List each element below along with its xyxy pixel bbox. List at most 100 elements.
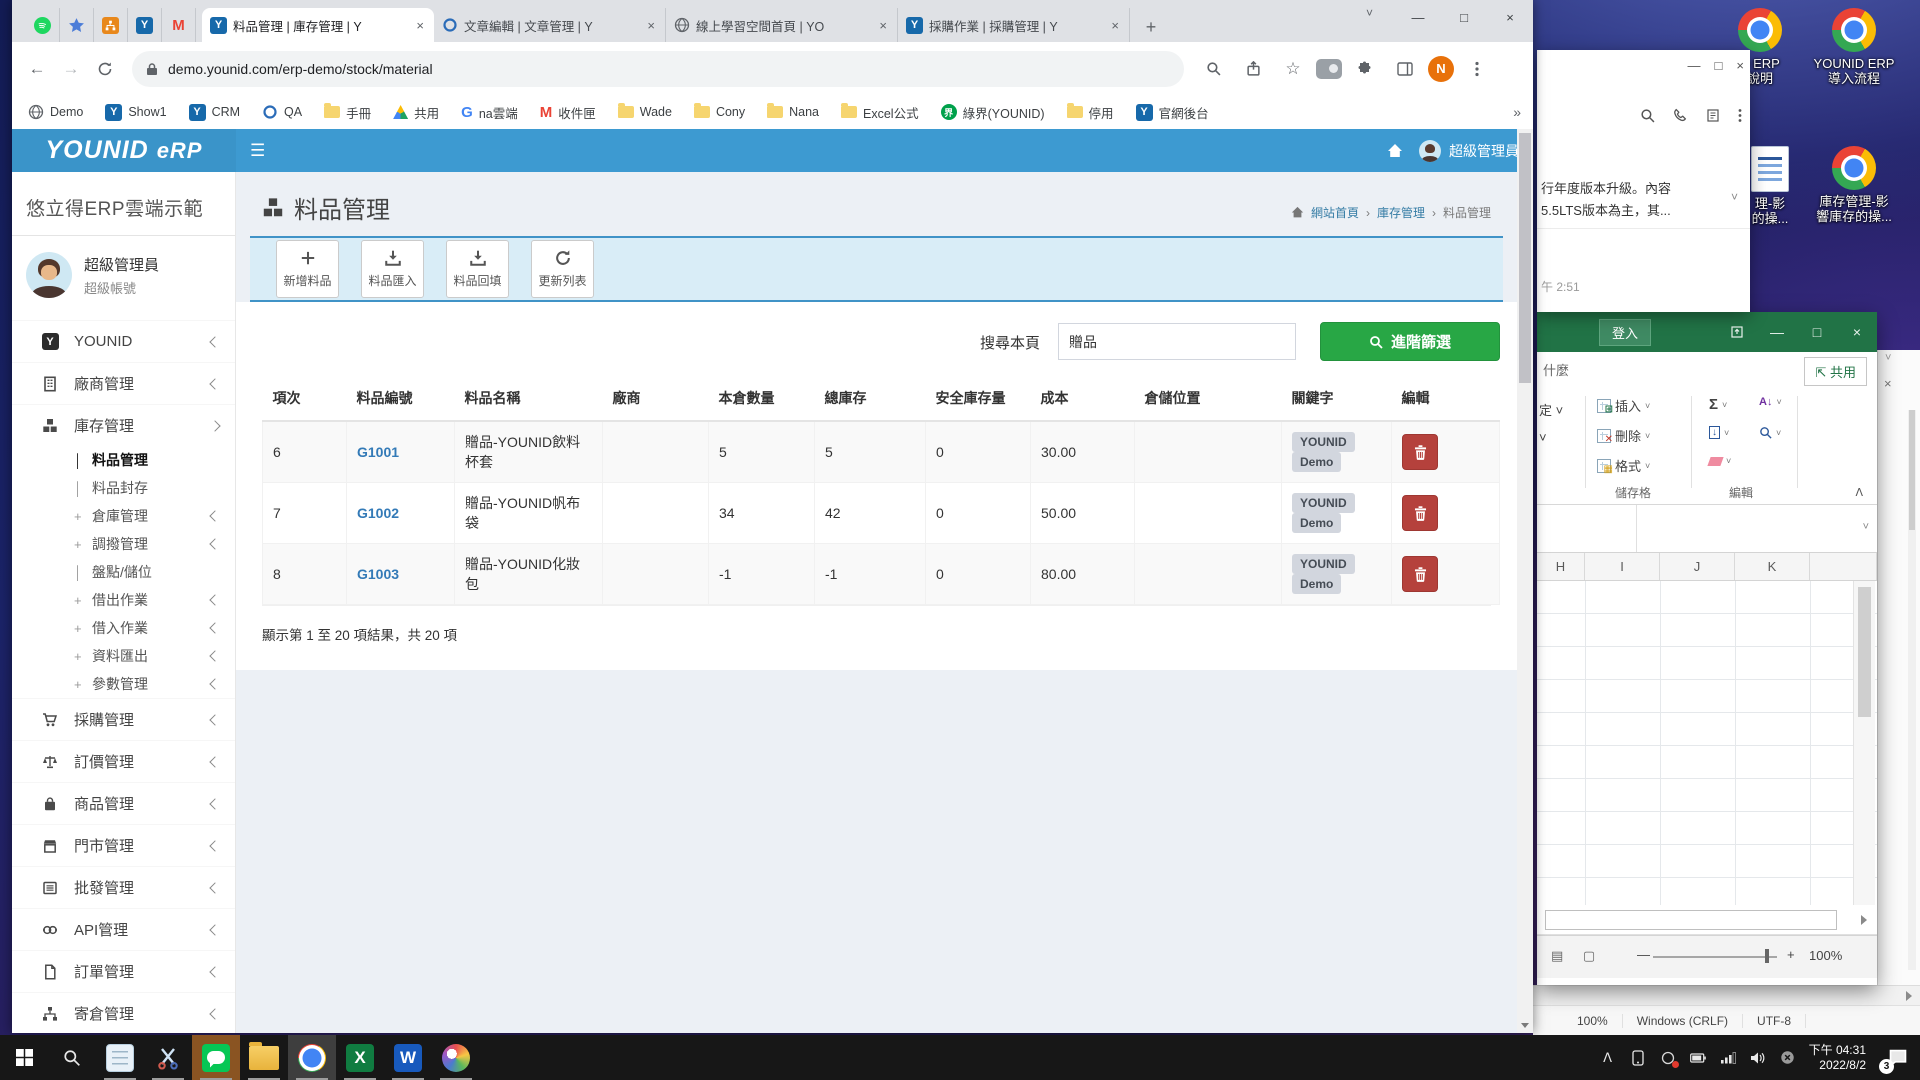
paint-app-button[interactable] (432, 1035, 480, 1080)
device-error-tray-icon[interactable] (1653, 1035, 1683, 1080)
action-center-button[interactable]: 3 (1876, 1035, 1920, 1080)
sidebar-item-YOUNID[interactable]: Y YOUNID (12, 320, 235, 362)
file-explorer-button[interactable] (240, 1035, 288, 1080)
home-icon[interactable] (1387, 143, 1403, 158)
sidebar-item-寄倉管理[interactable]: 寄倉管理 (12, 992, 235, 1034)
tray-expand-icon[interactable]: ᐱ (1593, 1035, 1623, 1080)
close-icon[interactable]: × (1837, 312, 1877, 352)
sidebar-item-廠商管理[interactable]: 廠商管理 (12, 362, 235, 404)
autosum-button[interactable]: Σ˅ (1709, 396, 1727, 413)
sidebar-subitem-調撥管理[interactable]: + 調撥管理 (12, 530, 235, 558)
forward-icon[interactable]: → (54, 52, 88, 86)
bookmarks-overflow-icon[interactable]: » (1513, 104, 1521, 120)
toolbar-button-料品回填[interactable]: 料品回填 (446, 240, 509, 298)
scrollbar-thumb[interactable] (1519, 133, 1531, 383)
delete-button[interactable] (1402, 556, 1438, 592)
snip-app-button[interactable] (144, 1035, 192, 1080)
cell-code[interactable]: G1001 (347, 421, 455, 483)
scroll-right-icon[interactable] (1861, 915, 1867, 925)
eraser-button[interactable]: ˅ (1709, 456, 1731, 466)
share-button[interactable]: ⇱ 共用 (1804, 357, 1867, 386)
memo-icon[interactable] (1706, 108, 1720, 123)
maximize-icon[interactable]: □ (1715, 58, 1723, 73)
sidebar-item-門市管理[interactable]: 門市管理 (12, 824, 235, 866)
share-icon[interactable] (1236, 52, 1270, 86)
sidebar-subitem-借入作業[interactable]: + 借入作業 (12, 614, 235, 642)
delete-button[interactable] (1402, 434, 1438, 470)
tab-close-icon[interactable]: × (1109, 18, 1121, 33)
pinned-tab-spotify[interactable] (26, 8, 60, 42)
excel-grid[interactable] (1537, 581, 1877, 905)
tab-close-icon[interactable]: × (877, 18, 889, 33)
excel-app-button[interactable]: X (336, 1035, 384, 1080)
bookmark-item[interactable]: Excel公式 (841, 103, 919, 122)
taskbar-search-button[interactable] (48, 1035, 96, 1080)
view-mode-icons[interactable]: ▤ ▢ (1551, 948, 1603, 964)
bookmark-item[interactable]: M 收件匣 (540, 103, 596, 122)
tab-close-icon[interactable]: × (414, 18, 426, 33)
sidebar-item-採購管理[interactable]: 採購管理 (12, 698, 235, 740)
bookmark-star-icon[interactable]: ☆ (1276, 52, 1310, 86)
excel-hscrollbar[interactable] (1545, 910, 1837, 930)
sidebar-item-商品管理[interactable]: 商品管理 (12, 782, 235, 824)
scroll-down-icon[interactable] (1517, 1017, 1533, 1033)
volume-tray-icon[interactable] (1743, 1035, 1773, 1080)
bookmark-item[interactable]: Cony (694, 105, 745, 119)
desktop-shortcut[interactable]: YOUNID ERP導入流程 (1806, 8, 1902, 86)
zoom-in-icon[interactable]: + (1787, 947, 1795, 962)
close-icon[interactable]: × (1884, 376, 1892, 391)
bookmark-item[interactable]: Nana (767, 105, 819, 119)
bookmark-item[interactable]: 停用 (1067, 103, 1114, 122)
erp-logo[interactable]: YOUNID eRP (12, 129, 236, 172)
excel-name-box[interactable] (1537, 505, 1637, 552)
start-button[interactable] (0, 1035, 48, 1080)
close-icon[interactable]: × (1736, 58, 1744, 73)
toolbar-button-料品匯入[interactable]: 料品匯入 (361, 240, 424, 298)
bookmark-item[interactable]: 共用 (393, 103, 439, 122)
pinned-tab-org-chart[interactable] (94, 8, 128, 42)
tab-4[interactable]: Y 採購作業 | 採購管理 | Y × (898, 8, 1130, 42)
minimize-icon[interactable]: — (1757, 312, 1797, 352)
sidebar-item-訂單管理[interactable]: 訂單管理 (12, 950, 235, 992)
chevron-down-icon[interactable]: ˅ (1731, 190, 1738, 204)
notepad-hscrollbar[interactable] (1533, 986, 1920, 1006)
breadcrumb-link[interactable]: 網站首頁 (1311, 204, 1359, 221)
notepad-scrollbar[interactable] (1908, 410, 1916, 970)
chrome-app-button[interactable] (288, 1035, 336, 1080)
sidebar-subitem-倉庫管理[interactable]: + 倉庫管理 (12, 502, 235, 530)
zoom-slider[interactable] (1653, 956, 1777, 958)
chevron-down-icon[interactable]: ˅ (1863, 521, 1869, 533)
cell-code[interactable]: G1002 (347, 483, 455, 544)
bookmark-item[interactable]: Y CRM (189, 104, 240, 121)
address-bar[interactable]: demo.younid.com/erp-demo/stock/material (132, 51, 1184, 87)
phone-icon[interactable] (1673, 108, 1688, 123)
bookmark-item[interactable]: G na雲端 (461, 103, 518, 122)
pinned-tab-younid[interactable]: Y (128, 8, 162, 42)
bookmark-item[interactable]: Y Show1 (105, 104, 166, 121)
excel-column-K[interactable]: K (1735, 553, 1810, 580)
excel-zoom-level[interactable]: 100% (1809, 948, 1842, 963)
excel-formula-bar[interactable]: ˅ (1537, 505, 1877, 553)
fill-button[interactable]: ↓˅ (1709, 426, 1729, 439)
bookmark-item[interactable]: QA (262, 104, 302, 120)
taskbar-clock[interactable]: 下午 04:31 2022/8/2 (1809, 1043, 1866, 1073)
sidebar-subitem-盤點/儲位[interactable]: │ 盤點/儲位 (12, 558, 235, 586)
delete-cells-button[interactable]: ✕刪除˅ (1597, 426, 1650, 445)
phone-tray-icon[interactable] (1623, 1035, 1653, 1080)
url-text[interactable]: demo.younid.com/erp-demo/stock/material (168, 61, 433, 77)
minimize-icon[interactable]: — (1688, 58, 1701, 73)
minimize-icon[interactable]: — (1395, 0, 1441, 34)
excel-column-I[interactable]: I (1585, 553, 1660, 580)
close-icon[interactable]: × (1487, 0, 1533, 34)
excel-column-J[interactable]: J (1660, 553, 1735, 580)
maximize-icon[interactable]: □ (1441, 0, 1487, 34)
sidebar-item-庫存管理[interactable]: 庫存管理 (12, 404, 235, 446)
sort-filter-button[interactable]: A↓˅ (1759, 396, 1782, 408)
side-panel-icon[interactable] (1388, 52, 1422, 86)
sidebar-item-訂價管理[interactable]: 訂價管理 (12, 740, 235, 782)
tab-close-icon[interactable]: × (645, 18, 657, 33)
sidebar-item-API管理[interactable]: API管理 (12, 908, 235, 950)
sidebar-item-批發管理[interactable]: 批發管理 (12, 866, 235, 908)
tab-2[interactable]: 文章編輯 | 文章管理 | Y × (434, 8, 666, 42)
bookmark-item[interactable]: 手冊 (324, 103, 371, 122)
